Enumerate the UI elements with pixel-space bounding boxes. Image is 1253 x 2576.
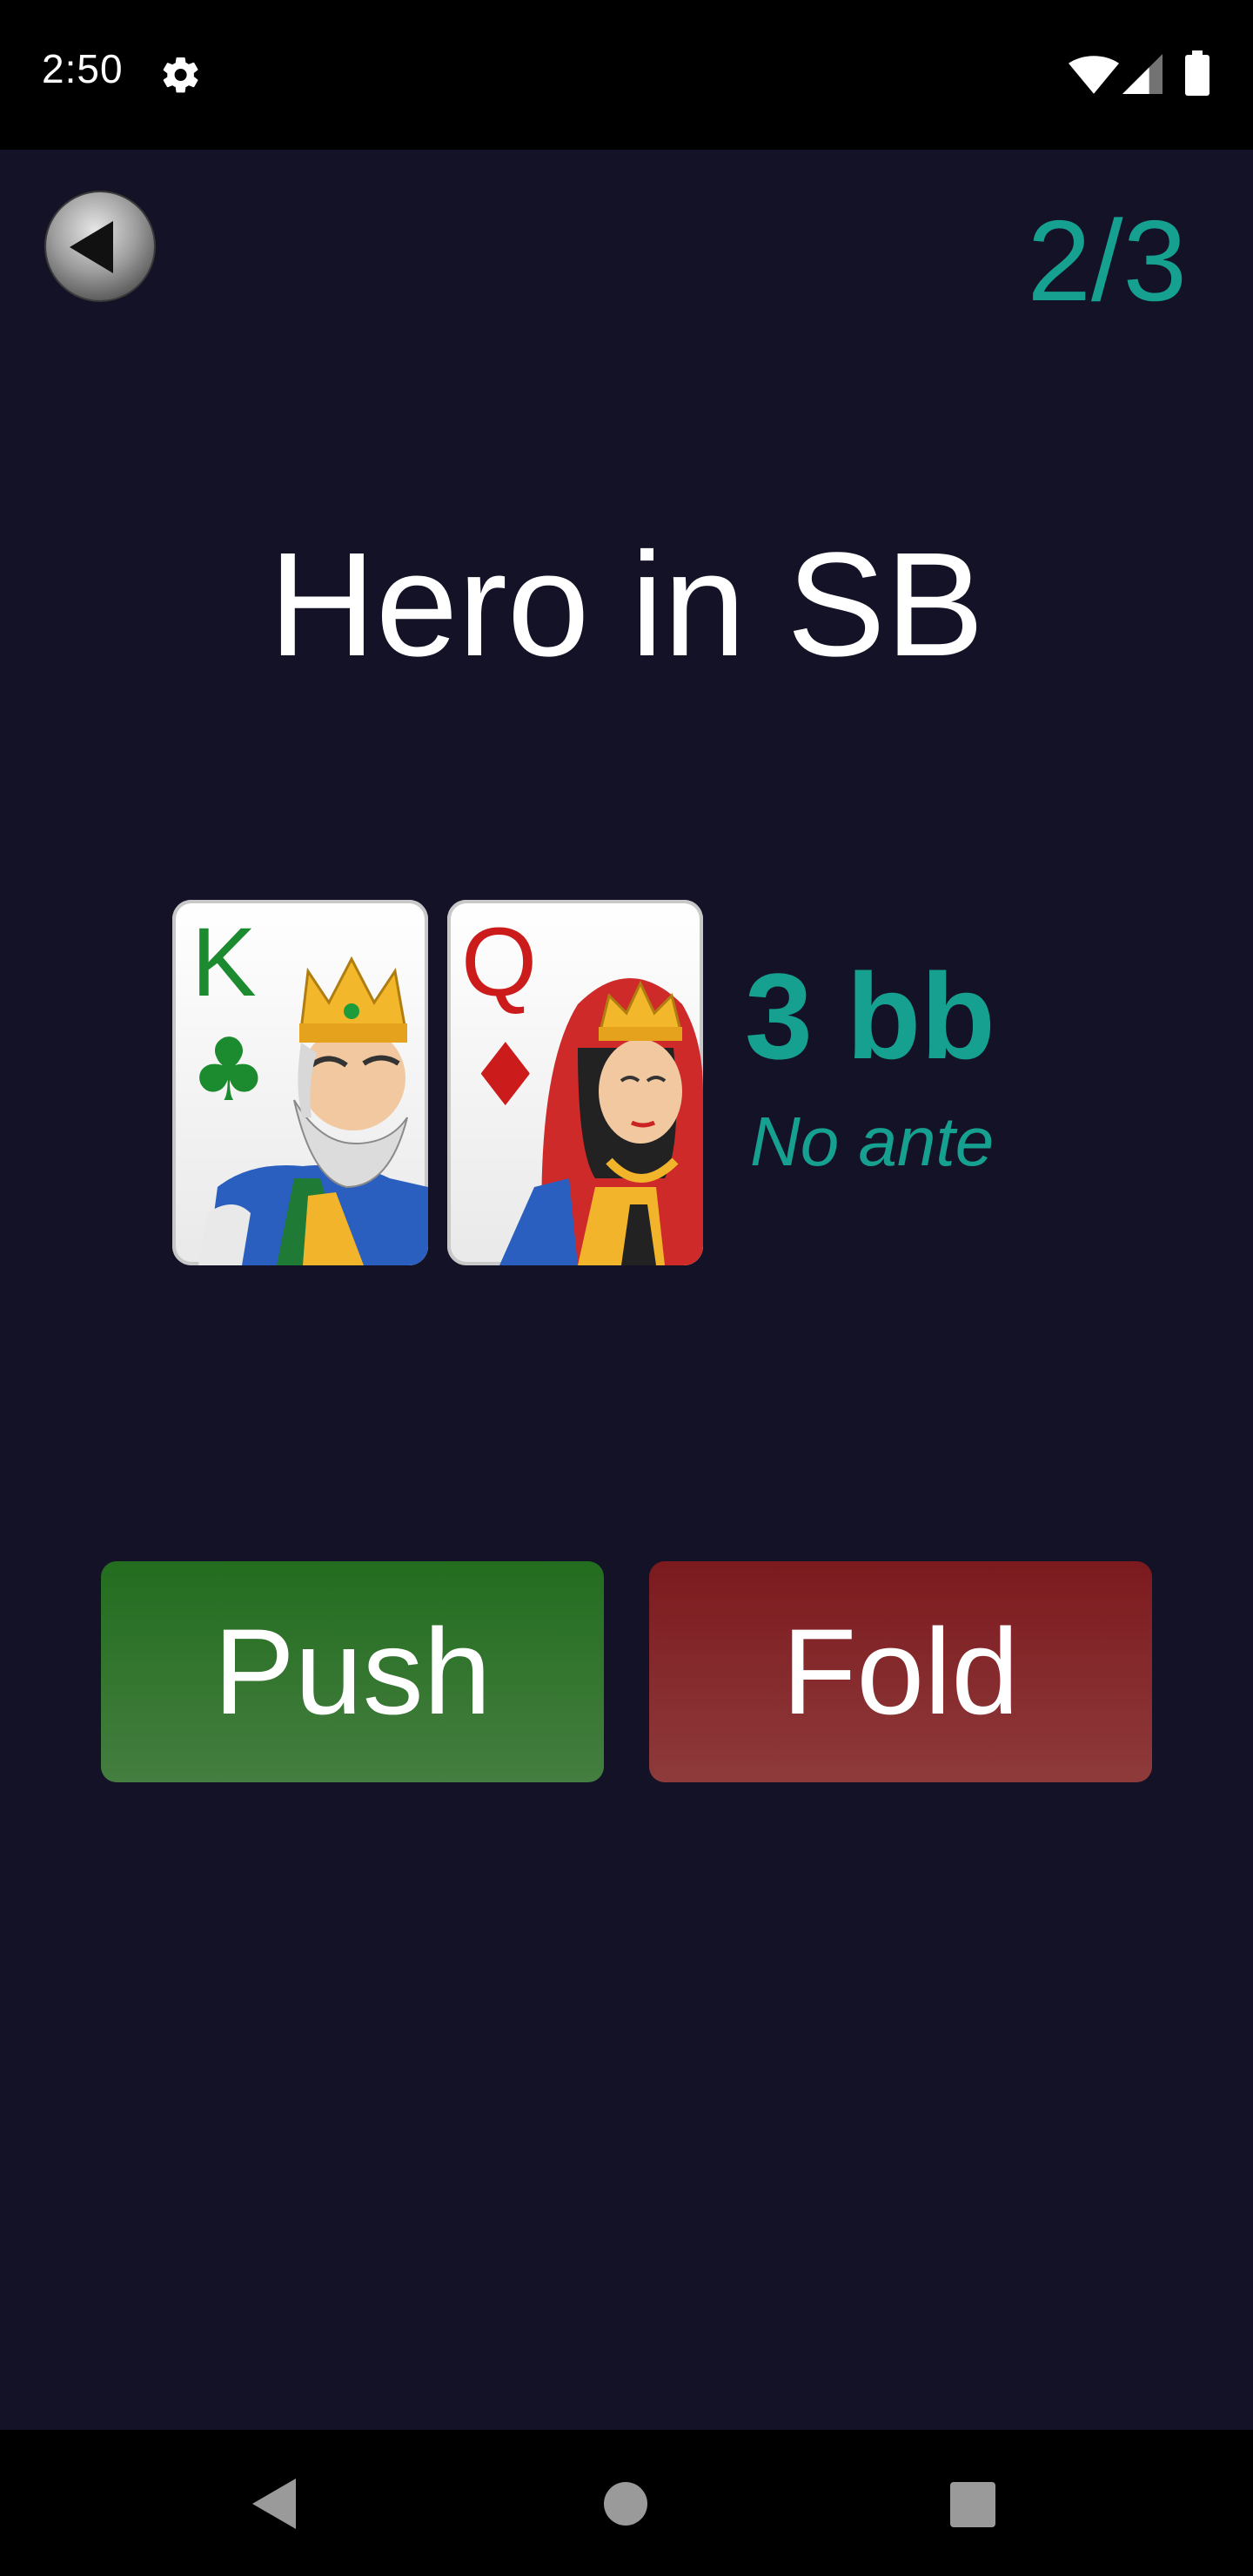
status-time: 2:50 [42, 46, 124, 91]
nav-recents-icon[interactable] [950, 2482, 995, 2527]
push-button[interactable]: Push [101, 1561, 604, 1782]
fold-button[interactable]: Fold [649, 1561, 1152, 1782]
nav-back-icon[interactable] [252, 2479, 296, 2529]
cell-signal-icon [1122, 54, 1163, 94]
gear-icon [163, 57, 198, 93]
nav-home-icon[interactable] [604, 2482, 647, 2526]
position-title: Hero in SB [268, 522, 985, 688]
card-queen-of-diamonds: Q ♦ [447, 900, 703, 1265]
diamond-suit-icon: ♦ [466, 1024, 545, 1126]
king-face-icon: K ♣ [190, 908, 428, 1265]
ante-info: No ante [750, 1103, 995, 1180]
back-button[interactable] [44, 190, 157, 303]
wifi-icon [1069, 56, 1119, 94]
progress-counter: 2/3 [1027, 197, 1188, 325]
nav-bar [0, 2430, 1253, 2576]
status-bar: 2:50 [0, 0, 1253, 150]
queen-face-icon: Q ♦ [461, 908, 703, 1265]
stack-size: 3 bb [745, 948, 995, 1084]
club-suit-icon: ♣ [190, 1019, 268, 1121]
card-rank: K [191, 908, 257, 1016]
screen: 2:50 2/3 Hero in SB K ♣ Q ♦ 3 bb No ante… [0, 0, 1253, 2576]
card-rank: Q [461, 908, 537, 1016]
battery-icon [1185, 50, 1209, 96]
card-king-of-clubs: K ♣ [172, 900, 428, 1265]
